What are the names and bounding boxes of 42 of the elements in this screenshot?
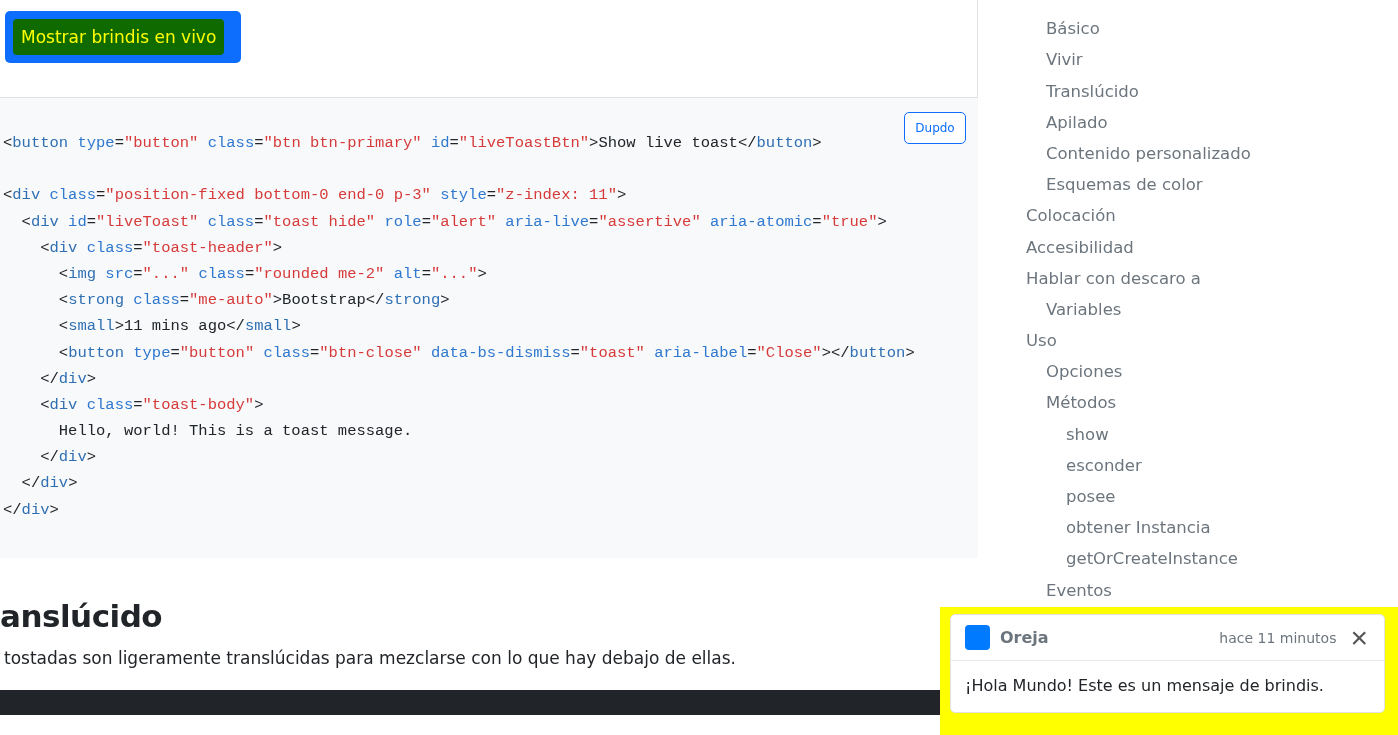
toast-title: Oreja (1000, 628, 1049, 647)
code-line: <div class="toast-header"> (39, 237, 284, 259)
sidebar-link[interactable]: Opciones (1046, 356, 1123, 388)
sidebar-link[interactable]: Vivir (1046, 44, 1083, 76)
code-line: <strong class="me-auto">Bootstrap</strong> (57, 290, 451, 312)
sidebar-link[interactable]: Hablar con descaro a (1026, 262, 1201, 294)
code-line: <div class="position-fixed bottom-0 end-0 p-3" style="z-index: 11"> (2, 185, 628, 207)
sidebar-link[interactable]: Esquemas de color (1046, 169, 1203, 201)
sidebar-link[interactable]: Uso (1026, 325, 1057, 357)
sidebar-link[interactable]: Accesibilidad (1026, 231, 1134, 263)
toast-message: ¡Hola Mundo! Este es un mensaje de brindis. (964, 675, 1325, 697)
sidebar-link[interactable]: Colocación (1026, 200, 1116, 232)
sidebar-link[interactable]: obtener Instancia (1066, 512, 1211, 544)
toast-time: hace 11 minutos (1219, 629, 1337, 646)
show-toast-button[interactable]: Mostrar brindis en vivo (5, 11, 241, 63)
copy-button[interactable]: Dupdo (904, 112, 966, 144)
code-line: Hello, world! This is a toast message. (57, 421, 414, 443)
code-line: <small>11 mins ago</small> (57, 316, 302, 338)
code-line: </div> (39, 447, 98, 469)
sidebar-link[interactable]: Básico (1046, 13, 1100, 45)
sidebar-link[interactable]: esconder (1066, 449, 1142, 481)
sidebar-link[interactable]: Apilado (1046, 106, 1108, 138)
code-line: <div class="toast-body"> (39, 394, 265, 416)
sidebar-link[interactable]: Métodos (1046, 387, 1117, 419)
sidebar-link[interactable]: getOrCreateInstance (1066, 543, 1238, 575)
section-heading: anslúcido (0, 598, 164, 634)
code-line: <button type="button" class="btn btn-primary" id="liveToastBtn">Show live toast</button> (2, 133, 823, 154)
close-button[interactable]: × (1346, 624, 1372, 651)
sidebar-link[interactable]: posee (1066, 481, 1116, 513)
code-line: <button type="button" class="btn-close" data-bs-dismiss="toast" aria-label="Close"></button> (57, 342, 916, 364)
square-icon (965, 625, 990, 650)
sidebar-link[interactable]: Eventos (1046, 574, 1112, 606)
code-line: <img src="..." class="rounded me-2" alt="..."> (57, 263, 488, 285)
sidebar-link[interactable]: Variables (1046, 293, 1122, 326)
code-line: </div> (2, 499, 60, 521)
code-line: </div> (39, 368, 98, 390)
sidebar-link[interactable]: Translúcido (1046, 75, 1139, 107)
sidebar-link[interactable]: Contenido personalizado (1046, 137, 1251, 170)
section-text: tostadas son ligeramente translúcidas para mezclarse con lo que hay debajo de ellas. (4, 648, 737, 668)
sidebar-link[interactable]: show (1066, 418, 1109, 450)
code-line: </div> (20, 473, 79, 495)
code-line: <div id="liveToast" class="toast hide" role="alert" aria-live="assertive" aria-atomic="true"> (20, 211, 888, 233)
